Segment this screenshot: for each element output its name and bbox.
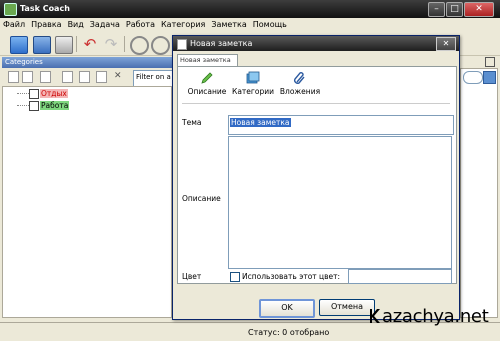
toolbar-separator: [124, 36, 125, 52]
categories-icon: [246, 71, 260, 85]
watermark-text: azachya.net: [382, 306, 489, 327]
search-icon[interactable]: [463, 71, 483, 84]
save-icon[interactable]: [33, 36, 51, 54]
categories-tree: Отдых Работа: [2, 86, 172, 318]
window-title: Task Coach: [20, 4, 70, 13]
menu-category[interactable]: Категория: [158, 18, 208, 29]
print-icon[interactable]: [55, 36, 73, 54]
categories-panel-title: Categories: [5, 58, 43, 66]
open-icon[interactable]: [10, 36, 28, 54]
category-label[interactable]: Работа: [40, 101, 70, 110]
menu-task[interactable]: Задача: [87, 18, 123, 29]
redo-icon[interactable]: ↷: [103, 36, 119, 52]
subject-value: Новая заметка: [230, 118, 291, 127]
clock-icon[interactable]: [130, 36, 149, 55]
edit-category-icon[interactable]: [40, 71, 51, 83]
menu-file[interactable]: Файл: [0, 18, 28, 29]
categories-panel-header: Categories: [2, 57, 172, 68]
section-divider: [182, 103, 450, 104]
category-label[interactable]: Отдых: [40, 89, 68, 98]
tree-line: [17, 105, 29, 106]
use-color-label: Использовать этот цвет:: [242, 272, 341, 281]
delete-icon[interactable]: ✕: [114, 71, 122, 81]
new-subcategory-icon[interactable]: [22, 71, 33, 83]
subject-label: Тема: [182, 118, 202, 127]
window-titlebar: Task Coach – □ ✕: [0, 0, 500, 18]
menubar: Файл Правка Вид Задача Работа Категория Заметк…: [0, 18, 500, 32]
use-color-checkbox[interactable]: [230, 272, 240, 282]
categories-toolbar: ✕ Filter on a: [2, 68, 179, 89]
paperclip-icon: [293, 71, 307, 85]
section-attachments[interactable]: Вложения: [278, 71, 322, 96]
ok-button[interactable]: OK: [259, 299, 315, 318]
section-attachments-label: Вложения: [279, 87, 321, 96]
section-description[interactable]: Описание: [184, 71, 230, 96]
menu-view[interactable]: Вид: [65, 18, 87, 29]
app-icon: [4, 3, 17, 16]
menu-edit[interactable]: Правка: [28, 18, 64, 29]
category-checkbox[interactable]: [29, 89, 39, 99]
right-panel: [460, 68, 498, 318]
dialog-close-button[interactable]: ✕: [436, 37, 456, 51]
watermark: azachya.net: [369, 306, 489, 327]
dialog-title: Новая заметка: [190, 39, 253, 48]
copy-icon[interactable]: [79, 71, 90, 83]
close-button[interactable]: ✕: [464, 2, 494, 17]
section-categories[interactable]: Категории: [230, 71, 276, 96]
view-icon[interactable]: [483, 71, 496, 84]
right-panel-header: [460, 57, 498, 68]
pencil-icon: [200, 71, 214, 85]
maximize-button[interactable]: □: [446, 2, 463, 17]
color-label: Цвет: [182, 272, 202, 281]
cut-icon[interactable]: [62, 71, 73, 83]
new-note-dialog: Новая заметка ✕ Новая заметка Описание К…: [172, 35, 460, 320]
color-picker[interactable]: [348, 269, 452, 284]
subject-field[interactable]: Новая заметка: [228, 115, 454, 135]
undo-icon[interactable]: ↶: [82, 36, 98, 52]
status-text: Статус: 0 отобрано: [248, 328, 330, 337]
dialog-titlebar: Новая заметка ✕: [173, 36, 459, 51]
menu-help[interactable]: Помощь: [250, 18, 290, 29]
paste-icon[interactable]: [96, 71, 107, 83]
description-label: Описание: [182, 194, 221, 203]
note-icon: [177, 39, 187, 50]
section-description-label: Описание: [187, 87, 227, 96]
watermark-logo: [369, 308, 382, 324]
menu-effort[interactable]: Работа: [123, 18, 158, 29]
menu-note[interactable]: Заметка: [208, 18, 249, 29]
category-checkbox[interactable]: [29, 101, 39, 111]
tree-line: [17, 93, 29, 94]
description-field[interactable]: [228, 136, 452, 269]
new-category-icon[interactable]: [8, 71, 19, 83]
section-categories-label: Категории: [232, 87, 274, 96]
stop-clock-icon[interactable]: [151, 36, 170, 55]
minimize-button[interactable]: –: [428, 2, 445, 17]
dialog-pane: Описание Категории Вложения Тема Новая з…: [177, 66, 457, 284]
cancel-button[interactable]: Отмена: [319, 299, 375, 316]
toolbar-separator: [76, 36, 77, 52]
panel-maximize-icon[interactable]: [485, 57, 495, 67]
